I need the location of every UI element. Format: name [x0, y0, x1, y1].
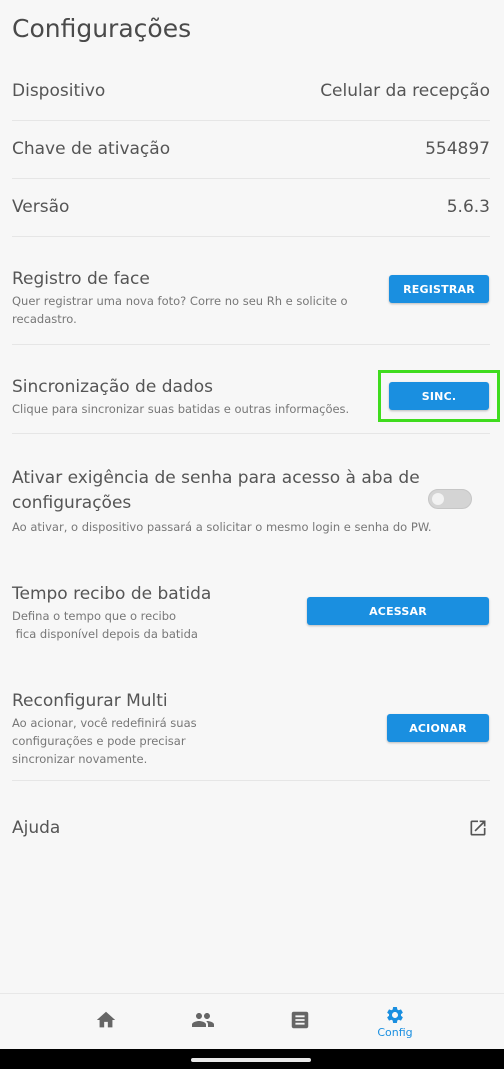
password-desc: Ao ativar, o dispositivo passará a solic… — [12, 520, 432, 534]
receipt-desc-line2: fica disponível depois da batida — [12, 627, 198, 641]
sync-button[interactable]: SINC. — [389, 382, 489, 410]
nav-list[interactable] — [284, 994, 316, 1050]
password-toggle[interactable] — [428, 489, 472, 509]
page-title: Configurações — [12, 14, 192, 43]
activation-key-label: Chave de ativação — [12, 139, 171, 159]
nav-people[interactable] — [187, 994, 219, 1050]
help-row[interactable]: Ajuda — [12, 800, 490, 856]
document-list-icon — [289, 1009, 311, 1035]
reconfig-desc-line3: sincronizar novamente. — [12, 752, 148, 766]
system-navigation-bar — [0, 1049, 504, 1069]
version-label: Versão — [12, 197, 70, 217]
password-title: Ativar exigência de senha para acesso à … — [12, 466, 490, 516]
password-title-line1: Ativar exigência de senha para acesso à … — [12, 468, 420, 488]
external-link-icon[interactable] — [468, 818, 488, 838]
nav-home[interactable] — [90, 994, 122, 1050]
home-gesture-pill[interactable] — [191, 1058, 311, 1062]
device-label: Dispositivo — [12, 81, 106, 101]
people-icon — [191, 1008, 215, 1036]
toggle-knob — [432, 493, 444, 505]
access-button[interactable]: ACESSAR — [307, 597, 489, 625]
bottom-navigation: Config — [0, 993, 504, 1050]
nav-config-label: Config — [377, 1026, 413, 1039]
version-value: 5.6.3 — [446, 197, 490, 217]
gear-icon — [385, 1005, 405, 1025]
nav-config[interactable]: Config — [372, 994, 418, 1050]
help-label: Ajuda — [12, 818, 61, 838]
activation-key-value: 554897 — [425, 139, 490, 159]
reconfigure-title: Reconfigurar Multi — [12, 691, 168, 711]
activation-key-row: Chave de ativação 554897 — [12, 120, 490, 179]
face-desc-line2: recadastro. — [12, 312, 77, 326]
register-button[interactable]: REGISTRAR — [389, 275, 489, 303]
device-row: Dispositivo Celular da recepção — [12, 62, 490, 121]
device-value: Celular da recepção — [320, 81, 490, 101]
password-title-line2: configurações — [12, 493, 132, 513]
trigger-button[interactable]: ACIONAR — [387, 714, 489, 742]
version-row: Versão 5.6.3 — [12, 178, 490, 237]
home-icon — [95, 1009, 117, 1035]
password-section: Ativar exigência de senha para acesso à … — [12, 466, 490, 550]
